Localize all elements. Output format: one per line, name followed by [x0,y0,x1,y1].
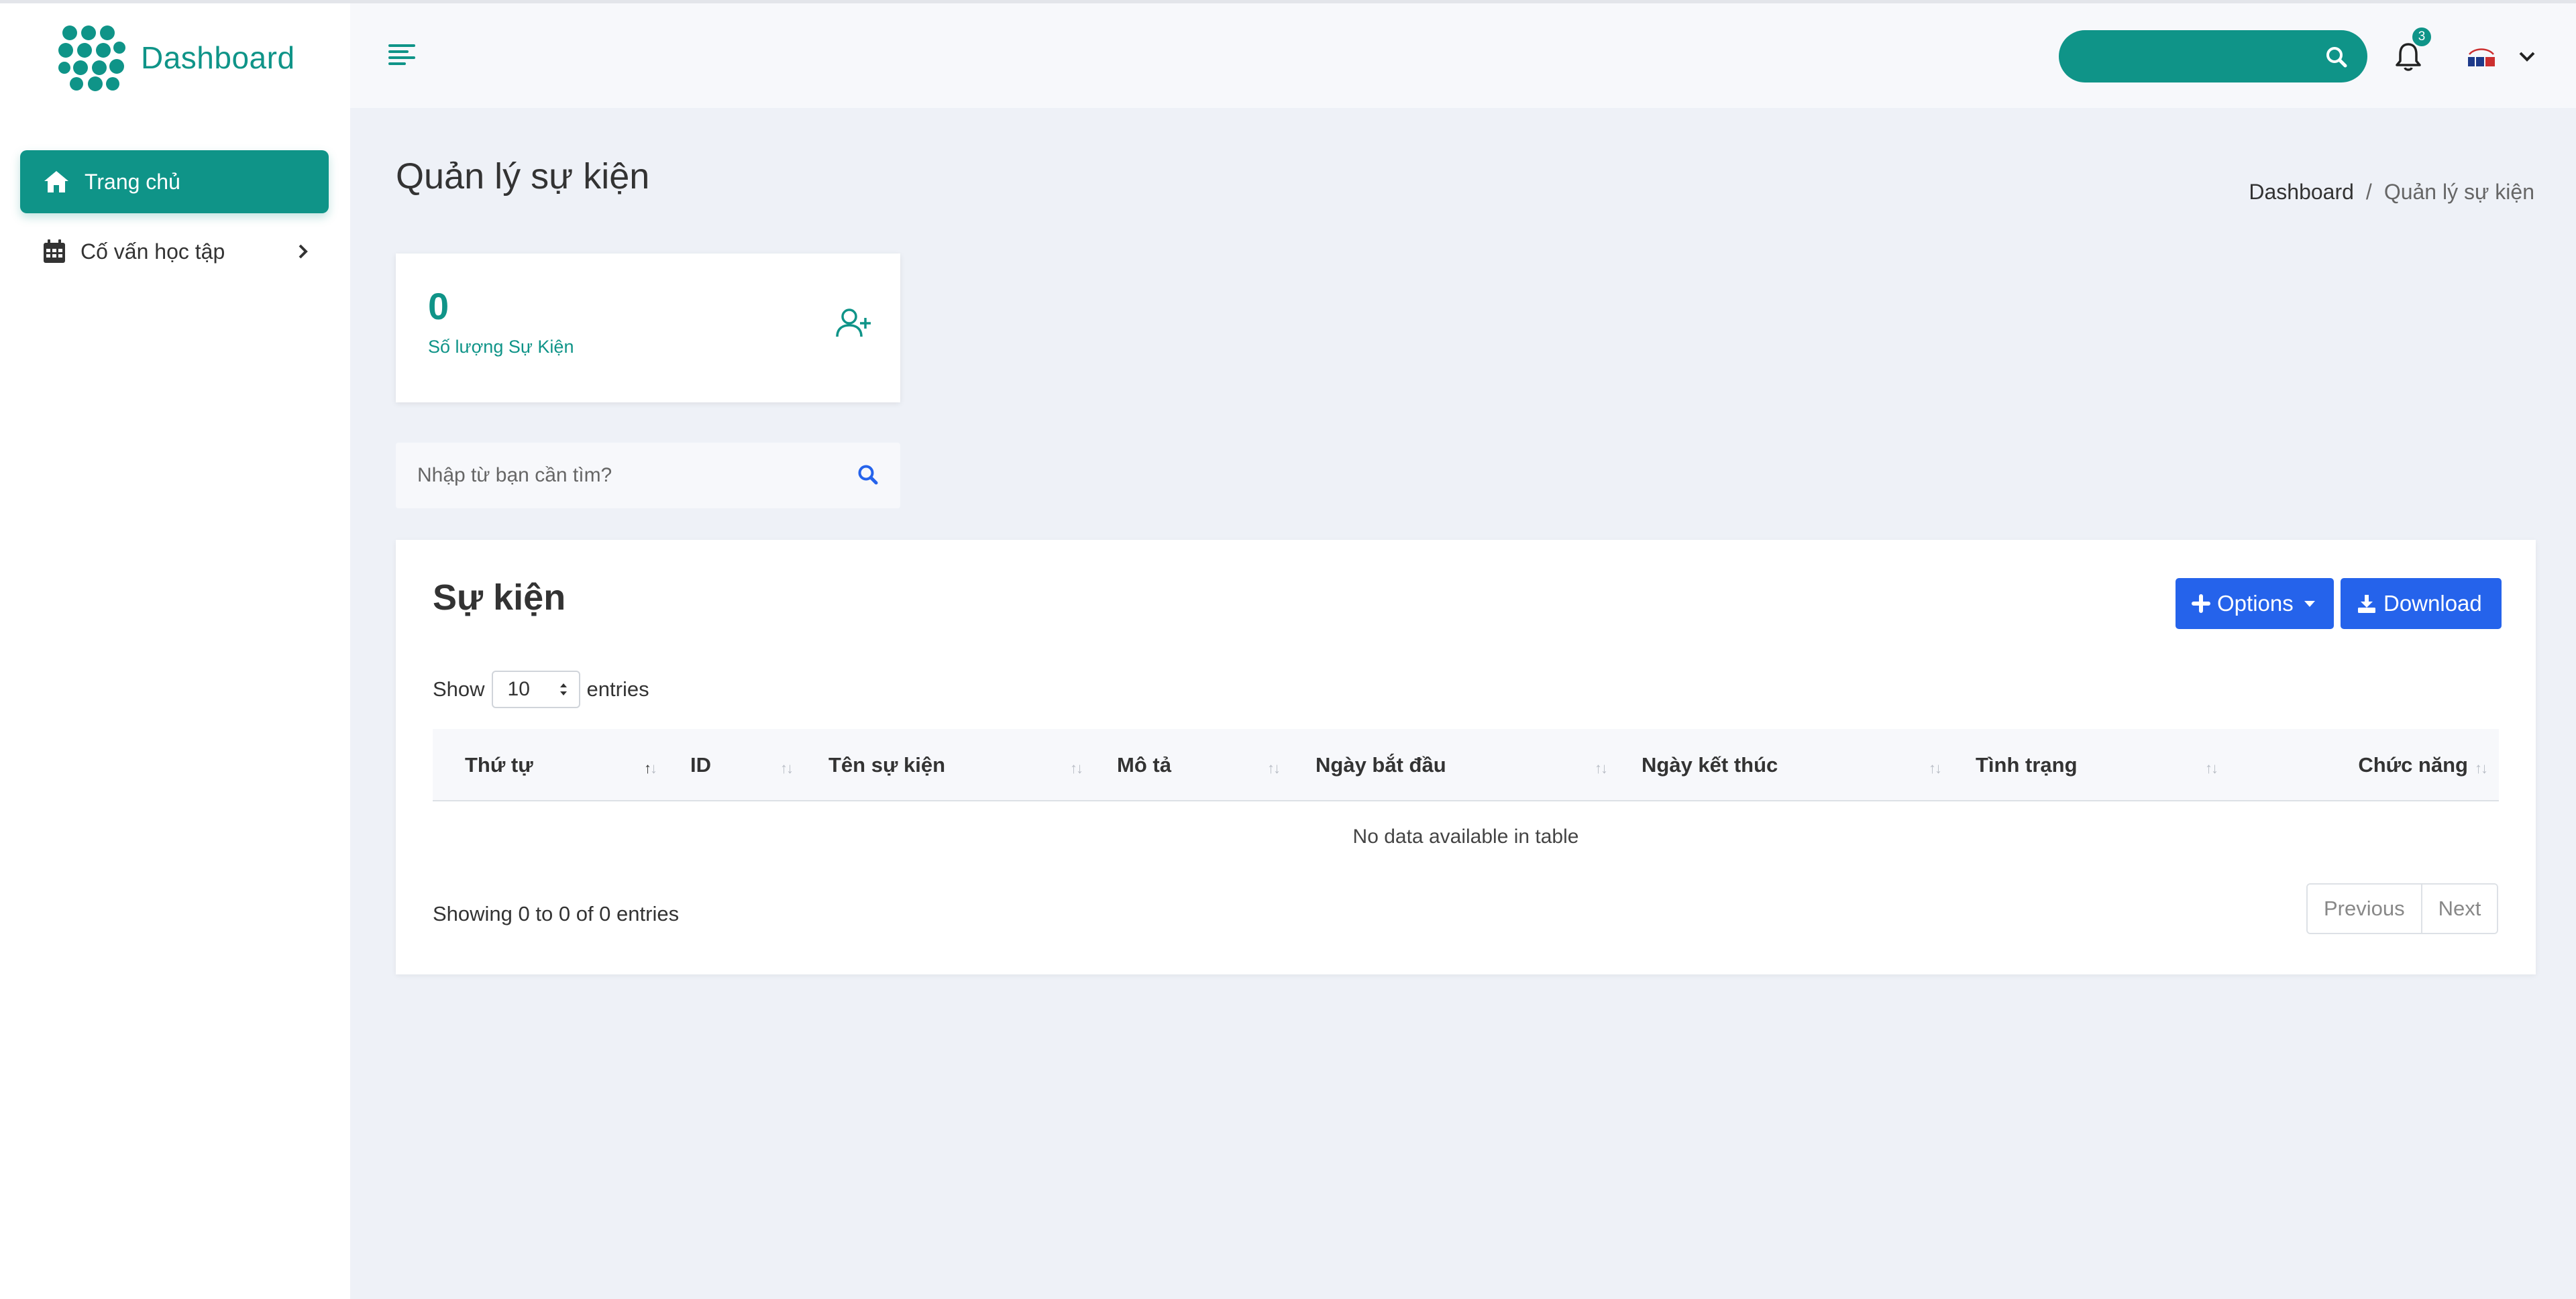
column-header-id[interactable]: ID [690,729,711,801]
column-header-order[interactable]: Thứ tự [465,729,533,801]
table-info: Showing 0 to 0 of 0 entries [433,902,680,925]
breadcrumb-home-link[interactable]: Dashboard [2249,180,2354,205]
avatar[interactable] [2465,45,2498,72]
sort-icon: ↑↓ [1267,760,1281,777]
entries-per-page-select[interactable]: 10 [491,671,580,708]
entries-per-page-value: 10 [507,678,530,700]
top-header: 3 [350,3,2576,108]
download-button[interactable]: Download [2341,578,2502,629]
brand-logo-icon [58,25,125,91]
calendar-icon [44,239,65,263]
sort-icon: ↑↓ [1595,760,1608,777]
options-button-label: Options [2217,591,2294,616]
search-icon[interactable] [857,464,879,486]
chevron-down-icon[interactable] [2518,50,2536,62]
column-header-end-date[interactable]: Ngày kết thúc [1642,729,1778,801]
column-header-status[interactable]: Tình trạng [1976,729,2078,801]
brand-name: Dashboard [141,40,295,75]
event-count-card: 0 Số lượng Sự Kiện [396,253,900,402]
user-plus-icon [836,308,871,337]
table-length-control: Show 10 entries [433,671,649,708]
sidebar-item-label: Trang chủ [85,169,180,194]
search-icon[interactable] [2326,46,2347,68]
sidebar-item-academic-advisor[interactable]: Cố vấn học tập [20,223,329,280]
breadcrumb: Dashboard / Quản lý sự kiện [2249,180,2534,205]
notification-badge: 3 [2411,26,2432,48]
events-table-card: Sự kiện Options Download Show 10 entries… [396,540,2536,974]
table-empty-message: No data available in table [1352,826,1579,848]
sidebar-item-home[interactable]: Trang chủ [20,150,329,213]
event-search-box [396,443,900,508]
previous-page-button[interactable]: Previous [2308,885,2421,933]
menu-toggle-icon[interactable] [387,40,417,70]
column-header-start-date[interactable]: Ngày bắt đầu [1316,729,1446,801]
breadcrumb-separator: / [2365,180,2372,204]
home-icon [44,171,68,192]
entries-label: entries [586,677,649,701]
event-count-value: 0 [428,285,449,327]
avatar-logo-icon [2468,48,2495,66]
column-header-actions[interactable]: Chức năng [2358,729,2468,801]
sort-asc-icon: ↑↓ [644,760,657,777]
chevron-right-icon [299,244,308,259]
page-title: Quản lý sự kiện [396,156,650,196]
sort-icon: ↑↓ [1070,760,1083,777]
sidebar: Dashboard Trang chủ Cố vấn học tập [0,3,350,1299]
breadcrumb-current: Quản lý sự kiện [2383,180,2534,204]
column-header-event-name[interactable]: Tên sự kiện [828,729,945,801]
options-button[interactable]: Options [2176,578,2334,629]
header-search-box[interactable] [2059,30,2367,82]
event-search-input[interactable] [417,459,833,492]
sort-icon: ↑↓ [1929,760,1942,777]
brand[interactable]: Dashboard [56,22,295,93]
next-page-button[interactable]: Next [2420,885,2498,933]
download-button-label: Download [2383,591,2482,616]
plus-icon [2192,594,2210,613]
sort-icon: ↑↓ [2475,760,2488,777]
caret-down-icon [2304,600,2315,607]
pagination: Previous Next [2306,883,2499,934]
sort-icon: ↑↓ [2205,760,2218,777]
event-count-label: Số lượng Sự Kiện [428,337,574,357]
show-label: Show [433,677,485,701]
sidebar-item-label: Cố vấn học tập [80,239,225,264]
sort-icon: ↑↓ [780,760,794,777]
column-header-description[interactable]: Mô tả [1117,729,1171,801]
table-title: Sự kiện [433,577,566,618]
table-empty-row: No data available in table [433,801,2499,872]
header-search-input[interactable] [2079,40,2320,73]
table-header-row: Thứ tự ↑↓ ID ↑↓ Tên sự kiện ↑↓ Mô tả ↑↓ … [433,729,2499,801]
download-icon [2358,595,2375,613]
select-arrows-icon [559,683,567,695]
